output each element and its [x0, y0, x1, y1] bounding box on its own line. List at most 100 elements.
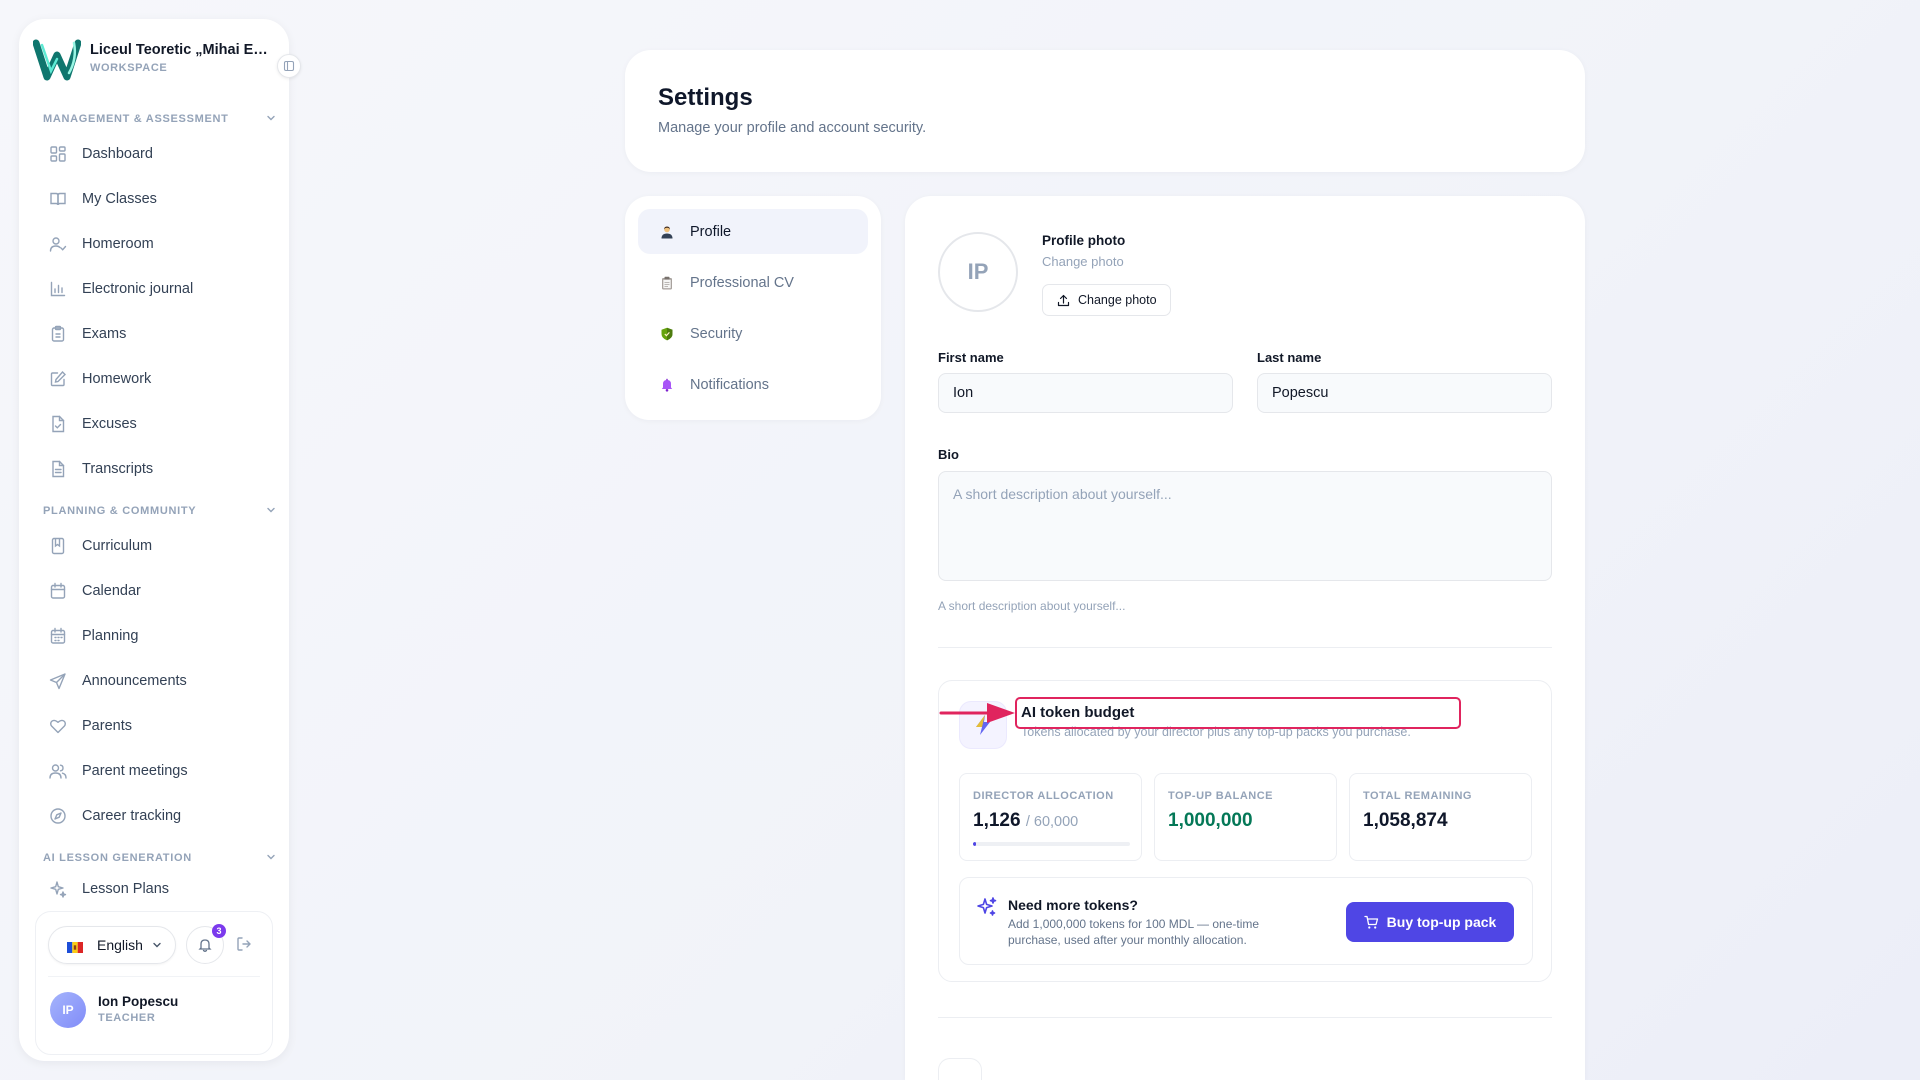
bio-hint: A short description about yourself... — [938, 599, 1126, 613]
moldova-flag-icon — [67, 940, 83, 953]
topup-balance-stat: TOP-UP BALANCE 1,000,000 — [1154, 773, 1337, 861]
stat-value: 1,058,874 — [1363, 810, 1448, 831]
sidebar-item-label: Curriculum — [82, 538, 153, 554]
sidebar-item-label: Transcripts — [82, 461, 154, 477]
tab-profile[interactable]: Profile — [638, 209, 868, 254]
section-divider — [938, 1017, 1552, 1018]
sidebar-item-exams[interactable]: Exams — [43, 317, 283, 351]
calendar-icon — [50, 582, 66, 599]
language-label: English — [97, 937, 143, 953]
person-icon — [661, 226, 673, 238]
tab-label: Professional CV — [690, 274, 794, 291]
settings-tabs: Profile Professional CV Security Notific… — [625, 196, 881, 420]
notifications-button[interactable]: 3 — [186, 924, 226, 964]
ai-token-budget-card: AI token budget Tokens allocated by your… — [938, 680, 1552, 982]
file-text-icon — [52, 460, 65, 478]
section-title: AI LESSON GENERATION — [43, 852, 192, 864]
sidebar-item-parent-meetings[interactable]: Parent meetings — [43, 754, 283, 788]
section-title: MANAGEMENT & ASSESSMENT — [43, 113, 229, 125]
need-more-title: Need more tokens? — [1008, 897, 1138, 913]
tab-professional-cv[interactable]: Professional CV — [638, 260, 868, 305]
book-icon — [51, 537, 65, 555]
chevron-down-icon — [153, 942, 161, 948]
sidebar-item-calendar[interactable]: Calendar — [43, 574, 283, 608]
chevron-down-icon — [267, 115, 275, 121]
sidebar-item-transcripts[interactable]: Transcripts — [43, 452, 283, 486]
change-photo-label: Change photo — [1078, 293, 1157, 307]
bio-field[interactable] — [938, 471, 1552, 581]
sidebar-item-label: Calendar — [82, 583, 141, 599]
stat-value: 1,000,000 — [1168, 810, 1253, 831]
sidebar-item-label: Electronic journal — [82, 281, 194, 297]
bell-icon — [198, 939, 212, 952]
shield-icon — [661, 327, 673, 340]
workspace-header[interactable]: Liceul Teoretic „Mihai Eminescu” WORKSPA… — [33, 37, 283, 83]
sidebar: Liceul Teoretic „Mihai Eminescu” WORKSPA… — [19, 19, 289, 1061]
sidebar-item-lesson-plans[interactable]: Lesson Plans — [43, 872, 283, 906]
tab-notifications[interactable]: Notifications — [638, 362, 868, 407]
page-title: Settings — [658, 84, 753, 111]
director-allocation-used: 1,126 — [973, 810, 1021, 831]
grid-icon — [50, 146, 66, 162]
user-check-icon — [49, 237, 67, 252]
section-management-assessment[interactable]: MANAGEMENT & ASSESSMENT — [43, 109, 283, 127]
sidebar-item-excuses[interactable]: Excuses — [43, 407, 283, 441]
section-ai-lesson-generation[interactable]: AI LESSON GENERATION — [43, 848, 283, 866]
sidebar-item-label: My Classes — [82, 191, 157, 207]
next-section-icon-stub — [938, 1058, 982, 1080]
sidebar-item-label: Homework — [82, 371, 152, 387]
shopping-cart-icon — [1364, 915, 1378, 929]
heart-icon — [50, 719, 66, 734]
sidebar-collapse-button[interactable] — [277, 54, 301, 78]
section-planning-community[interactable]: PLANNING & COMMUNITY — [43, 501, 283, 519]
chevron-down-icon — [267, 854, 275, 860]
tab-security[interactable]: Security — [638, 311, 868, 356]
total-remaining-stat: TOTAL REMAINING 1,058,874 — [1349, 773, 1532, 861]
send-icon — [49, 673, 66, 690]
stat-label: TOTAL REMAINING — [1363, 790, 1472, 802]
sidebar-item-announcements[interactable]: Announcements — [43, 664, 283, 698]
annotation-highlight-box — [1015, 697, 1461, 729]
sidebar-item-planning[interactable]: Planning — [43, 619, 283, 653]
first-name-field[interactable] — [938, 373, 1233, 413]
stat-value: 1,126 / 60,000 — [973, 810, 1078, 832]
change-photo-button[interactable]: Change photo — [1042, 284, 1171, 316]
last-name-field[interactable] — [1257, 373, 1552, 413]
sidebar-item-label: Exams — [82, 326, 127, 342]
book-open-icon — [50, 192, 66, 206]
last-name-label: Last name — [1257, 350, 1322, 365]
sidebar-item-label: Lesson Plans — [82, 881, 170, 897]
user-avatar[interactable]: IP — [50, 992, 86, 1028]
buy-top-up-pack-button[interactable]: Buy top-up pack — [1346, 902, 1514, 942]
sidebar-item-curriculum[interactable]: Curriculum — [43, 529, 283, 563]
sidebar-item-label: Career tracking — [82, 808, 182, 824]
bar-chart-icon — [50, 281, 66, 297]
profile-avatar: IP — [938, 232, 1018, 312]
sidebar-item-parents[interactable]: Parents — [43, 709, 283, 743]
sidebar-item-homework[interactable]: Homework — [43, 362, 283, 396]
allocation-progress-bar — [973, 842, 1130, 846]
need-more-description: Add 1,000,000 tokens for 100 MDL — one-t… — [1008, 917, 1260, 947]
sidebar-item-homeroom[interactable]: Homeroom — [43, 227, 283, 261]
language-selector[interactable]: English — [48, 926, 176, 964]
sidebar-item-label: Parents — [82, 718, 132, 734]
sparkles-icon — [977, 897, 997, 916]
annotation-arrow-icon — [939, 703, 1015, 723]
sidebar-footer: English 3 IP Ion Popescu TEACHER — [35, 911, 273, 1055]
sidebar-item-dashboard[interactable]: Dashboard — [43, 137, 283, 171]
sidebar-item-my-classes[interactable]: My Classes — [43, 182, 283, 216]
profile-panel: IP Profile photo Change photo Change pho… — [905, 196, 1585, 1080]
allocation-progress-fill — [973, 842, 976, 846]
calendar-grid-icon — [50, 627, 66, 644]
sidebar-item-electronic-journal[interactable]: Electronic journal — [43, 272, 283, 306]
sidebar-item-career-tracking[interactable]: Career tracking — [43, 799, 283, 833]
logout-icon[interactable] — [234, 934, 254, 954]
school-logo-icon — [33, 39, 81, 81]
section-divider — [938, 647, 1552, 648]
section-title: PLANNING & COMMUNITY — [43, 505, 197, 517]
notification-count-badge: 3 — [212, 924, 226, 938]
user-role: TEACHER — [98, 1012, 156, 1024]
sparkles-icon — [50, 881, 67, 898]
user-name: Ion Popescu — [98, 994, 179, 1009]
users-icon — [49, 764, 67, 779]
